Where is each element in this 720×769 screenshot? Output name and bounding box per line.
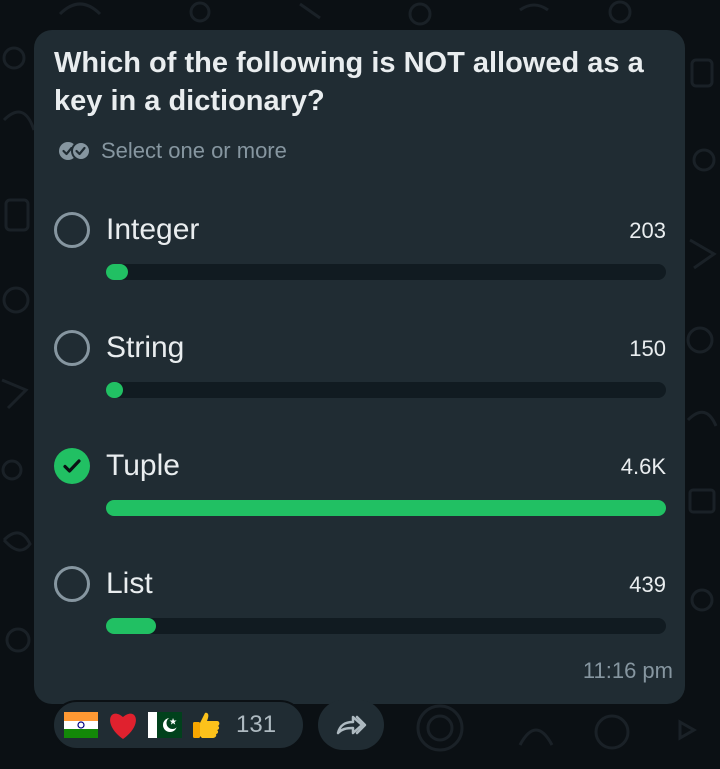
poll-option-string[interactable]: String 150 [52,330,667,414]
reaction-count: 131 [236,711,277,738]
checkmark-icon [63,459,81,473]
vote-progress-fill [106,500,666,516]
vote-progress-fill [106,382,123,398]
radio-button[interactable] [54,566,90,602]
forward-button[interactable] [318,700,384,750]
vote-progress-track [106,618,666,634]
poll-question: Which of the following is NOT allowed as… [54,47,644,117]
message-timestamp: 11:16 pm [582,658,673,683]
option-label: String [106,331,185,364]
vote-progress-track [106,382,666,398]
select-hint: Select one or more [58,136,287,166]
select-hint-label: Select one or more [101,138,287,163]
option-label: List [106,567,153,600]
radio-button[interactable] [54,212,90,248]
option-vote-count: 203 [629,218,666,243]
option-label: Integer [106,213,200,246]
thumbs-up-icon [193,712,220,738]
checked-radio-button[interactable] [54,448,90,484]
red-heart-icon [110,713,136,739]
poll-option-list[interactable]: List 439 [52,566,667,650]
vote-progress-fill [106,264,129,280]
option-vote-count: 150 [629,336,666,361]
pakistan-flag-icon [148,712,182,738]
option-vote-count: 4.6K [620,454,666,479]
vote-progress-fill [106,618,157,634]
option-label: Tuple [106,449,180,482]
vote-progress-track [106,500,666,516]
poll-option-integer[interactable]: Integer 203 [52,212,667,296]
option-vote-count: 439 [629,572,666,597]
poll-message-bubble: Which of the following is NOT allowed as… [34,30,685,704]
reactions-pill[interactable]: 131 [52,700,305,750]
poll-option-tuple[interactable]: Tuple 4.6K [52,448,667,532]
india-flag-icon [64,712,98,738]
forward-icon [336,715,367,735]
vote-progress-track [106,264,666,280]
radio-button[interactable] [54,330,90,366]
double-check-icon [59,141,91,161]
